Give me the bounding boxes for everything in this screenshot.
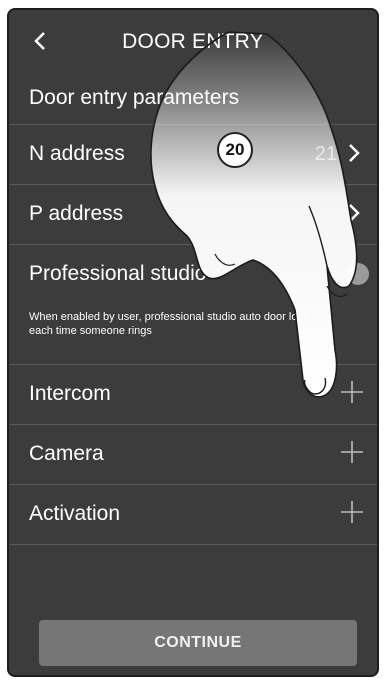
door-entry-screen: DOOR ENTRY Door entry parameters N addre… — [7, 8, 379, 677]
pointing-hand-illustration — [150, 31, 358, 398]
add-intercom-button[interactable] — [339, 377, 365, 407]
chevron-right-icon — [343, 199, 365, 227]
toggle-knob — [347, 263, 369, 285]
header: DOOR ENTRY — [9, 10, 377, 74]
section-heading: Door entry parameters — [29, 86, 240, 109]
camera-label: Camera — [29, 442, 104, 465]
plus-icon — [341, 381, 363, 403]
professional-studio-row: Professional studio — [9, 244, 377, 304]
add-activation-button[interactable] — [339, 497, 365, 527]
divider — [9, 544, 377, 545]
plus-icon — [341, 441, 363, 463]
continue-button[interactable]: CONTINUE — [39, 620, 357, 666]
n-address-label: N address — [29, 142, 125, 165]
activation-label: Activation — [29, 502, 121, 525]
camera-row[interactable]: Camera — [9, 424, 377, 484]
p-address-row[interactable]: P address — [9, 184, 377, 244]
n-address-value: 21 — [314, 143, 337, 165]
intercom-label: Intercom — [29, 382, 111, 405]
n-address-row[interactable]: N address 21 — [9, 124, 377, 184]
step-number-badge: 20 — [217, 132, 253, 168]
p-address-label: P address — [29, 202, 124, 225]
professional-studio-description: When enabled by user, professional studi… — [29, 311, 309, 337]
chevron-right-icon — [343, 139, 365, 167]
page-title: DOOR ENTRY — [122, 30, 264, 53]
intercom-row[interactable]: Intercom — [9, 364, 377, 424]
add-camera-button[interactable] — [339, 437, 365, 467]
professional-studio-label: Professional studio — [29, 262, 207, 285]
professional-studio-toggle[interactable] — [339, 263, 369, 287]
plus-icon — [341, 501, 363, 523]
activation-row[interactable]: Activation — [9, 484, 377, 544]
